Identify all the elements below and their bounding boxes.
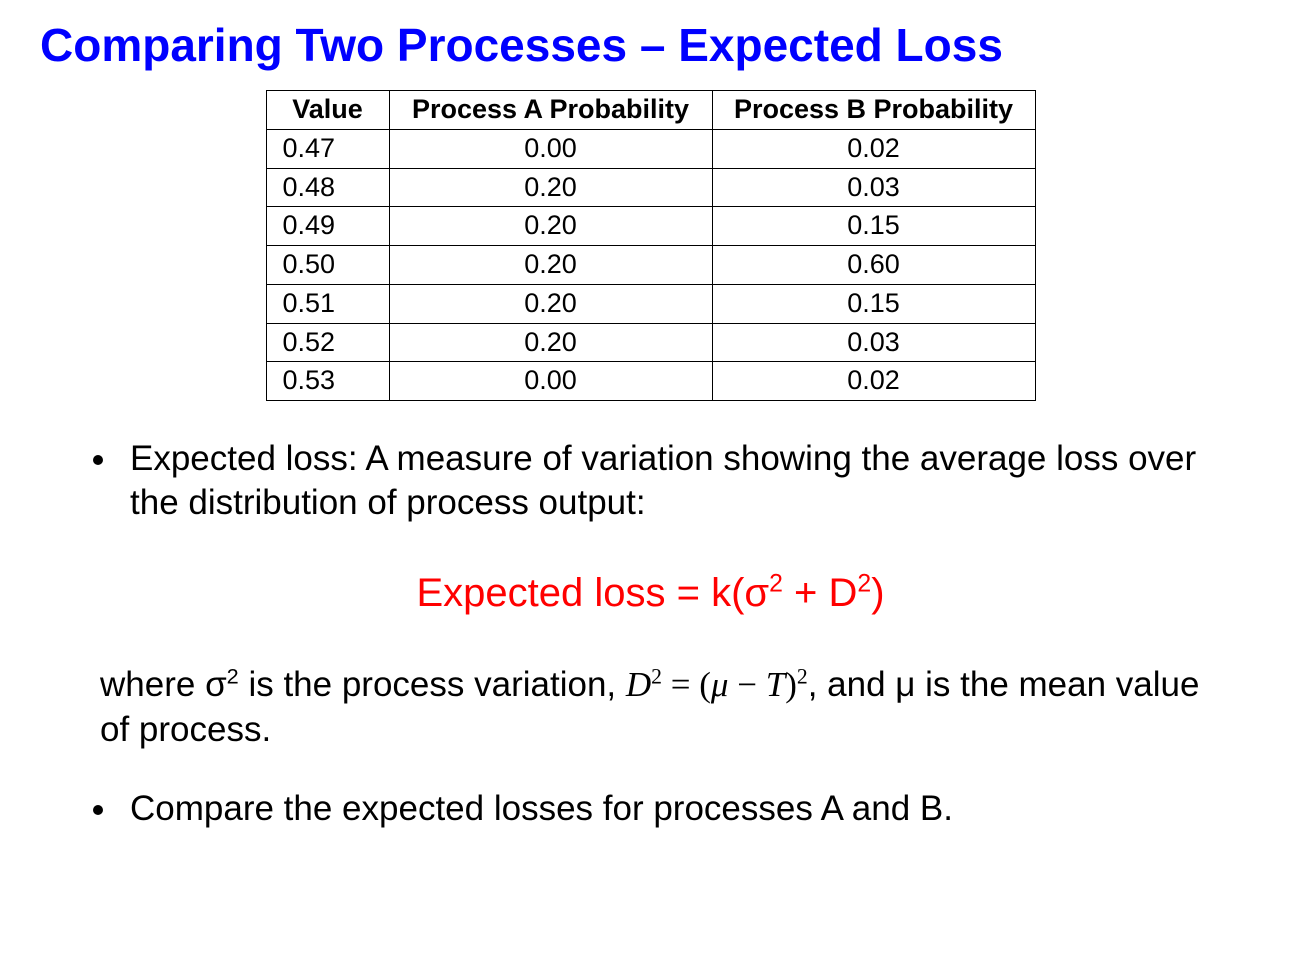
explain-text: where bbox=[100, 665, 205, 704]
d-symbol: D bbox=[626, 665, 651, 704]
cell-a: 0.00 bbox=[389, 129, 712, 168]
cell-b: 0.02 bbox=[712, 362, 1035, 401]
cell-value: 0.53 bbox=[266, 362, 389, 401]
close-paren: ) bbox=[785, 665, 797, 704]
bullet-list-2: Compare the expected losses for processe… bbox=[60, 787, 1221, 831]
superscript-2: 2 bbox=[227, 663, 239, 688]
bullet-list-1: Expected loss: A measure of variation sh… bbox=[60, 437, 1221, 525]
t-symbol: T bbox=[766, 665, 785, 704]
cell-value: 0.52 bbox=[266, 323, 389, 362]
cell-a: 0.20 bbox=[389, 168, 712, 207]
table-row: 0.50 0.20 0.60 bbox=[266, 246, 1035, 285]
header-value: Value bbox=[266, 91, 389, 130]
cell-a: 0.20 bbox=[389, 207, 712, 246]
cell-value: 0.51 bbox=[266, 284, 389, 323]
sigma-symbol: σ bbox=[205, 665, 227, 704]
cell-value: 0.50 bbox=[266, 246, 389, 285]
header-process-a: Process A Probability bbox=[389, 91, 712, 130]
explain-text: is the process variation, bbox=[239, 665, 626, 704]
cell-value: 0.48 bbox=[266, 168, 389, 207]
superscript-2: 2 bbox=[651, 664, 662, 688]
equals-open-paren: = ( bbox=[662, 665, 711, 704]
superscript-2: 2 bbox=[769, 570, 783, 597]
formula-plus-d: + D bbox=[783, 571, 857, 615]
table-container: Value Process A Probability Process B Pr… bbox=[40, 90, 1261, 401]
sigma-symbol: σ bbox=[744, 571, 769, 615]
cell-b: 0.03 bbox=[712, 323, 1035, 362]
table-row: 0.53 0.00 0.02 bbox=[266, 362, 1035, 401]
cell-b: 0.15 bbox=[712, 207, 1035, 246]
cell-b: 0.02 bbox=[712, 129, 1035, 168]
cell-a: 0.20 bbox=[389, 323, 712, 362]
cell-b: 0.03 bbox=[712, 168, 1035, 207]
expected-loss-formula: Expected loss = k(σ2 + D2) bbox=[416, 571, 884, 615]
formula-container: Expected loss = k(σ2 + D2) bbox=[40, 571, 1261, 616]
superscript-2: 2 bbox=[857, 570, 871, 597]
cell-b: 0.15 bbox=[712, 284, 1035, 323]
cell-a: 0.20 bbox=[389, 246, 712, 285]
table-header-row: Value Process A Probability Process B Pr… bbox=[266, 91, 1035, 130]
bullet-expected-loss-definition: Expected loss: A measure of variation sh… bbox=[120, 437, 1221, 525]
cell-a: 0.20 bbox=[389, 284, 712, 323]
cell-a: 0.00 bbox=[389, 362, 712, 401]
table-row: 0.47 0.00 0.02 bbox=[266, 129, 1035, 168]
slide: Comparing Two Processes – Expected Loss … bbox=[0, 0, 1301, 858]
table-row: 0.48 0.20 0.03 bbox=[266, 168, 1035, 207]
table-row: 0.52 0.20 0.03 bbox=[266, 323, 1035, 362]
table-row: 0.49 0.20 0.15 bbox=[266, 207, 1035, 246]
superscript-2: 2 bbox=[797, 664, 808, 688]
table-row: 0.51 0.20 0.15 bbox=[266, 284, 1035, 323]
cell-value: 0.49 bbox=[266, 207, 389, 246]
header-process-b: Process B Probability bbox=[712, 91, 1035, 130]
formula-close-paren: ) bbox=[871, 571, 884, 615]
minus-sign: − bbox=[728, 665, 765, 704]
bullet-compare-losses: Compare the expected losses for processe… bbox=[120, 787, 1221, 831]
slide-title: Comparing Two Processes – Expected Loss bbox=[40, 18, 1261, 72]
probability-table: Value Process A Probability Process B Pr… bbox=[266, 90, 1036, 401]
mu-symbol: μ bbox=[711, 665, 729, 704]
cell-b: 0.60 bbox=[712, 246, 1035, 285]
formula-explanation: where σ2 is the process variation, D2 = … bbox=[100, 662, 1221, 753]
cell-value: 0.47 bbox=[266, 129, 389, 168]
formula-lhs: Expected loss = k( bbox=[416, 571, 744, 615]
